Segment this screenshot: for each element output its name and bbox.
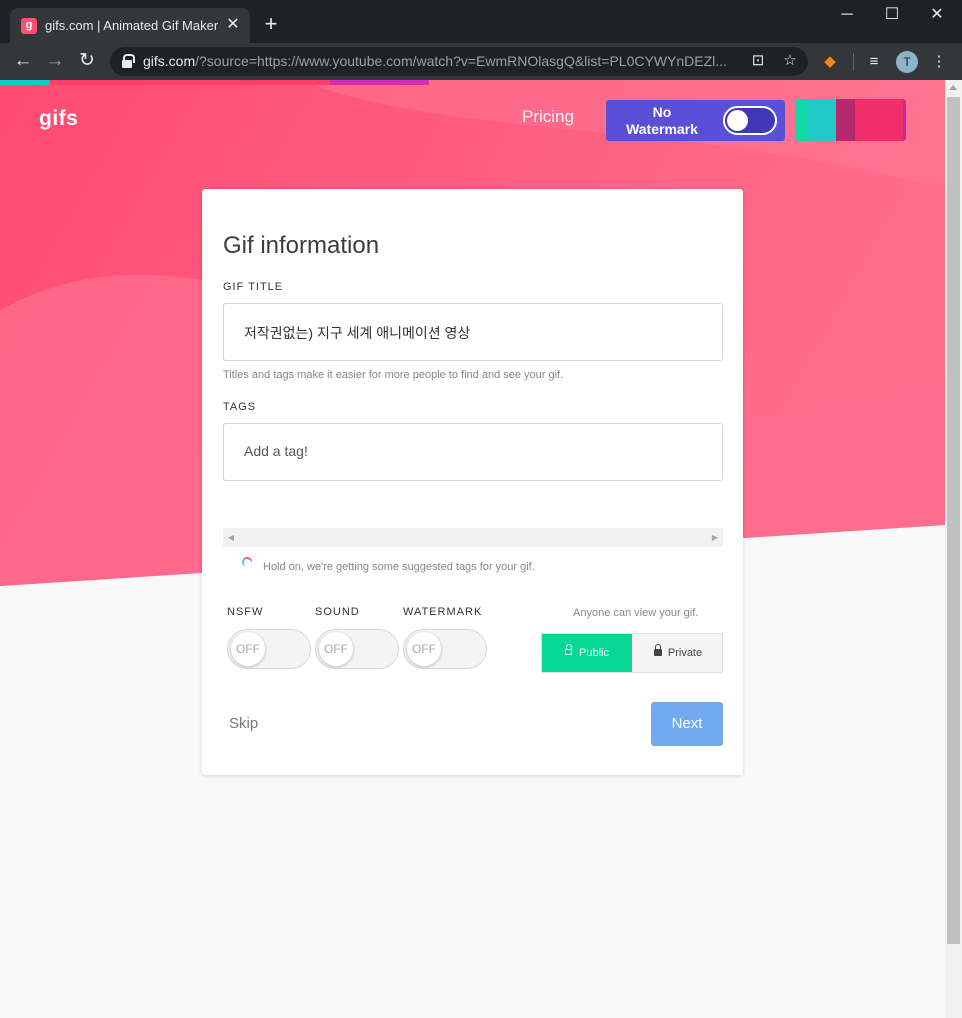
watermark-label: WATERMARK (403, 606, 483, 618)
lock-icon (653, 644, 662, 657)
close-window-icon[interactable]: ✕ (917, 4, 957, 26)
page-scrollbar[interactable] (945, 80, 962, 1018)
close-tab-icon[interactable]: ✕ (224, 16, 242, 34)
forward-icon[interactable]: → (42, 49, 68, 75)
nsfw-switch[interactable]: OFF (227, 629, 311, 669)
no-watermark-toggle[interactable]: No Watermark (606, 100, 785, 141)
switch-knob (727, 110, 748, 131)
scroll-right-icon[interactable]: ▶ (707, 528, 723, 547)
tags-input[interactable]: Add a tag! (223, 423, 723, 481)
next-button[interactable]: Next (651, 702, 723, 746)
no-watermark-switch[interactable] (723, 106, 777, 135)
card-heading: Gif information (223, 232, 380, 259)
nsfw-switch-state: OFF (231, 632, 265, 666)
minimize-icon[interactable]: ─ (827, 4, 867, 26)
bookmark-star-icon[interactable]: ☆ (780, 51, 800, 71)
gifs-favicon-icon: g (21, 18, 37, 34)
reload-icon[interactable]: ↻ (74, 49, 100, 75)
page-content: gifs Pricing No Watermark Gif informatio… (0, 80, 945, 1018)
loading-spinner-icon (240, 555, 254, 569)
suggested-tags-status: Hold on, we're getting some suggested ta… (263, 561, 535, 573)
menu-kebab-icon[interactable]: ⋮ (928, 51, 950, 73)
suggested-tags-scrollbar[interactable]: ◀ ▶ (223, 528, 723, 547)
title-hint: Titles and tags make it easier for more … (223, 369, 564, 381)
gifs-logo[interactable]: gifs (39, 107, 78, 131)
public-button[interactable]: Public (542, 634, 632, 672)
nsfw-label: NSFW (227, 606, 264, 618)
tab-strip: g gifs.com | Animated Gif Maker and ✕ + … (0, 0, 962, 43)
tags-placeholder: Add a tag! (244, 443, 308, 459)
pricing-link[interactable]: Pricing (522, 107, 574, 127)
browser-tab[interactable]: g gifs.com | Animated Gif Maker and ✕ (10, 8, 250, 43)
url-text: gifs.com/?source=https://www.youtube.com… (143, 53, 727, 69)
browser-toolbar: ← → ↻ gifs.com/?source=https://www.youtu… (0, 43, 962, 80)
private-label: Private (667, 647, 703, 659)
profile-avatar[interactable]: T (896, 51, 918, 73)
sound-label: SOUND (315, 606, 360, 618)
maximize-icon[interactable]: ☐ (872, 4, 912, 26)
tags-label: TAGS (223, 401, 257, 413)
gif-title-value: 저작권없는) 지구 세계 애니메이션 영상 (244, 325, 471, 341)
color-logo-button[interactable] (795, 99, 906, 141)
gif-title-input[interactable]: 저작권없는) 지구 세계 애니메이션 영상 (223, 303, 723, 361)
watermark-switch[interactable]: OFF (403, 629, 487, 669)
loading-progress-bar (0, 80, 429, 85)
metamask-extension-icon[interactable]: ◆ (819, 51, 841, 73)
back-icon[interactable]: ← (10, 49, 36, 75)
visibility-note: Anyone can view your gif. (573, 607, 699, 619)
sound-switch[interactable]: OFF (315, 629, 399, 669)
gif-info-card: Gif information GIF TITLE 저작권없는) 지구 세계 애… (202, 189, 743, 775)
scroll-left-icon[interactable]: ◀ (223, 528, 239, 547)
unlock-icon (565, 644, 573, 657)
sound-switch-state: OFF (319, 632, 353, 666)
tab-title: gifs.com | Animated Gif Maker and (45, 18, 221, 33)
media-controls-icon[interactable]: ≡ (863, 51, 885, 73)
visibility-selector: Public Private (541, 633, 723, 673)
gif-title-label: GIF TITLE (223, 281, 284, 293)
lock-icon (122, 54, 135, 68)
translate-icon[interactable]: ⊡ (748, 51, 768, 71)
no-watermark-label: No Watermark (626, 104, 698, 137)
private-button[interactable]: Private (632, 634, 722, 672)
new-tab-icon[interactable]: + (260, 13, 282, 36)
watermark-switch-state: OFF (407, 632, 441, 666)
scroll-up-icon[interactable] (949, 85, 957, 90)
toolbar-divider (853, 53, 854, 71)
public-label: Public (579, 647, 609, 659)
scrollbar-thumb[interactable] (947, 97, 960, 944)
address-bar[interactable]: gifs.com/?source=https://www.youtube.com… (110, 47, 808, 76)
skip-button[interactable]: Skip (229, 715, 258, 732)
